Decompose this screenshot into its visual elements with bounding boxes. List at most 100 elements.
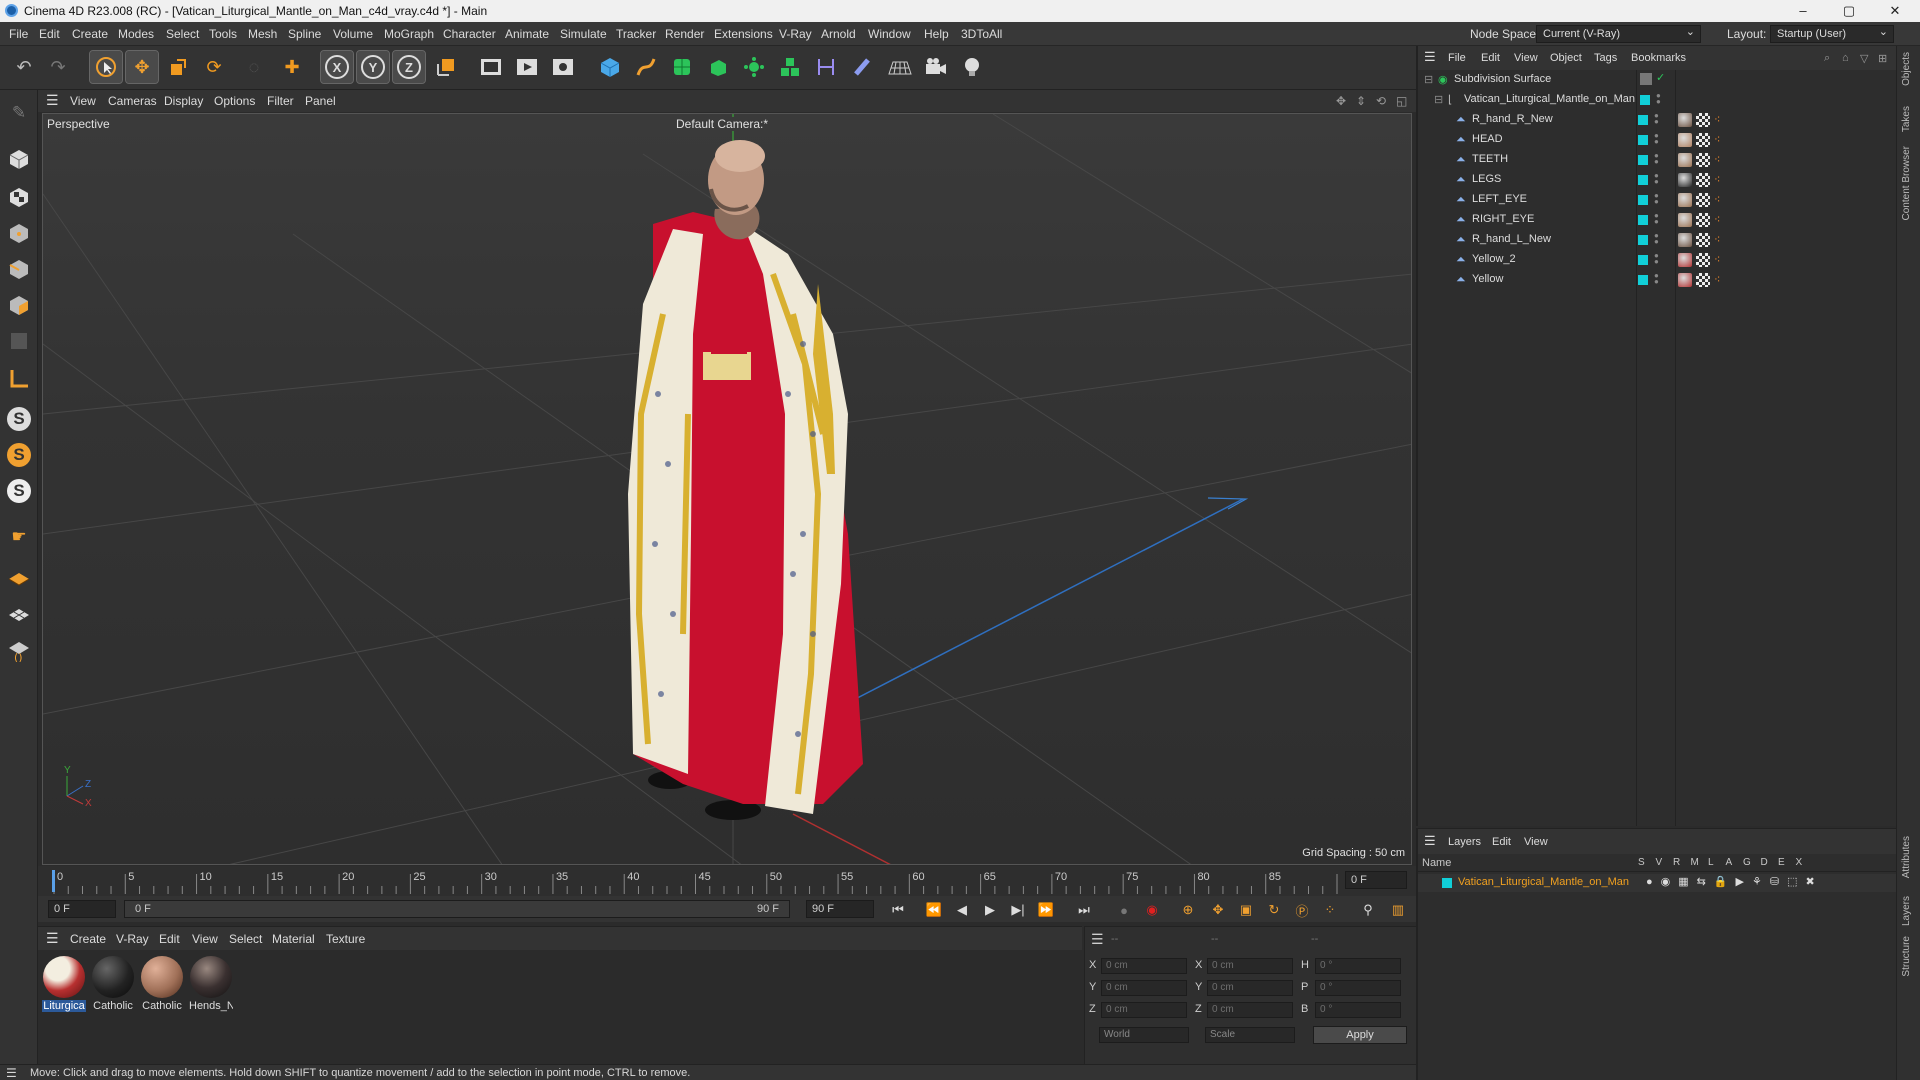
uvw-tag-icon[interactable] bbox=[1696, 273, 1710, 287]
menu-window[interactable]: Window bbox=[868, 27, 911, 41]
menu-animate[interactable]: Animate bbox=[505, 27, 549, 41]
redo-icon[interactable]: ↷ bbox=[42, 51, 74, 83]
object-menu-object[interactable]: Object bbox=[1550, 52, 1582, 64]
material-swatch[interactable]: Liturgica bbox=[42, 956, 86, 1014]
menu-character[interactable]: Character bbox=[443, 27, 496, 41]
selection-tag-icon[interactable]: ⁖ bbox=[1714, 273, 1720, 286]
rotation-p-field[interactable]: 0 ° bbox=[1315, 980, 1401, 996]
uvw-tag-icon[interactable] bbox=[1696, 133, 1710, 147]
grid-icon[interactable] bbox=[3, 564, 35, 594]
layer-color-icon[interactable] bbox=[1638, 275, 1648, 285]
object-row[interactable]: ⏶ HEAD ● ● ⁖ bbox=[1416, 130, 1896, 150]
record-active-icon[interactable]: ● bbox=[1112, 899, 1136, 921]
layer-color-icon[interactable] bbox=[1638, 215, 1648, 225]
go-to-end-icon[interactable]: ⏭ bbox=[1072, 899, 1096, 921]
next-frame-icon[interactable]: ▶| bbox=[1006, 899, 1030, 921]
tab-layers[interactable]: Layers bbox=[1901, 896, 1912, 926]
layer-flag-header[interactable]: X bbox=[1796, 857, 1803, 868]
viewport[interactable]: Y Z X Perspective Default Camera:* Grid … bbox=[42, 113, 1412, 865]
layer-flag-header[interactable]: A bbox=[1726, 857, 1733, 868]
menu-select[interactable]: Select bbox=[166, 27, 199, 41]
uvw-mode-icon[interactable] bbox=[3, 326, 35, 356]
object-row[interactable]: ⏶ R_hand_R_New ● ● ⁖ bbox=[1416, 110, 1896, 130]
material-menu-edit[interactable]: Edit bbox=[159, 932, 180, 946]
material-tag-icon[interactable] bbox=[1678, 213, 1692, 227]
object-row[interactable]: ⏶ LEFT_EYE ● ● ⁖ bbox=[1416, 190, 1896, 210]
extrude-icon[interactable] bbox=[702, 51, 734, 83]
deformer-icon[interactable] bbox=[846, 51, 878, 83]
material-tag-icon[interactable] bbox=[1678, 173, 1692, 187]
end-frame-field[interactable]: 90 F bbox=[806, 900, 874, 918]
move-icon[interactable]: ✥ bbox=[125, 50, 159, 84]
material-tag-icon[interactable] bbox=[1678, 153, 1692, 167]
layer-row[interactable]: Vatican_Liturgical_Mantle_on_Man ●◉▦⇆🔒▶⚘… bbox=[1418, 874, 1896, 892]
node-space-dropdown[interactable]: Current (V-Ray) bbox=[1536, 25, 1701, 43]
rotation-key-icon[interactable]: ↻ bbox=[1262, 899, 1286, 921]
live-selection-icon[interactable] bbox=[89, 50, 123, 84]
point-level-icon[interactable]: ⁘ bbox=[1318, 899, 1342, 921]
scale-icon[interactable] bbox=[162, 51, 194, 83]
material-tag-icon[interactable] bbox=[1678, 253, 1692, 267]
maximize-button[interactable]: ▢ bbox=[1826, 0, 1872, 22]
playhead[interactable] bbox=[52, 870, 55, 892]
visibility-dots-icon[interactable]: ● ● bbox=[1654, 132, 1659, 146]
layer-flag-header[interactable]: G bbox=[1743, 857, 1751, 868]
object-row[interactable]: ⏶ LEGS ● ● ⁖ bbox=[1416, 170, 1896, 190]
render-view-icon[interactable] bbox=[511, 51, 543, 83]
axis-icon[interactable] bbox=[3, 364, 35, 394]
undo-icon[interactable]: ↶ bbox=[8, 51, 40, 83]
menu-mograph[interactable]: MoGraph bbox=[384, 27, 434, 41]
layer-flag-header[interactable]: V bbox=[1656, 857, 1663, 868]
tab-objects[interactable]: Objects bbox=[1901, 52, 1912, 86]
menu-3dtoall[interactable]: 3DToAll bbox=[961, 27, 1002, 41]
layer-color-icon[interactable] bbox=[1638, 255, 1648, 265]
visibility-dots-icon[interactable]: ● ● bbox=[1654, 272, 1659, 286]
object-row[interactable]: ⏶ R_hand_L_New ● ● ⁖ bbox=[1416, 230, 1896, 250]
y-axis-icon[interactable]: Y bbox=[356, 50, 390, 84]
layer-color-icon[interactable] bbox=[1638, 115, 1648, 125]
rotation-h-field[interactable]: 0 ° bbox=[1315, 958, 1401, 974]
uvw-tag-icon[interactable] bbox=[1696, 193, 1710, 207]
filter-icon[interactable]: ▽ bbox=[1860, 52, 1868, 65]
menu-vray[interactable]: V-Ray bbox=[779, 27, 812, 41]
current-frame-field[interactable]: 0 F bbox=[1345, 871, 1407, 889]
menu-create[interactable]: Create bbox=[72, 27, 108, 41]
selection-tag-icon[interactable]: ⁖ bbox=[1714, 193, 1720, 206]
visibility-dots-icon[interactable]: ● ● bbox=[1654, 112, 1659, 126]
material-swatch[interactable]: Hends_N bbox=[189, 956, 233, 1014]
position-key-icon[interactable]: ✥ bbox=[1206, 899, 1230, 921]
object-menu-file[interactable]: File bbox=[1448, 52, 1466, 64]
layer-flag-header[interactable]: D bbox=[1761, 857, 1768, 868]
selection-tag-icon[interactable]: ⁖ bbox=[1714, 133, 1720, 146]
menu-tools[interactable]: Tools bbox=[209, 27, 237, 41]
coordinate-system-icon[interactable] bbox=[430, 51, 462, 83]
size-x-field[interactable]: 0 cm bbox=[1207, 958, 1293, 974]
edges-mode-icon[interactable] bbox=[3, 254, 35, 284]
layers-hamburger-icon[interactable]: ☰ bbox=[1424, 833, 1436, 849]
material-tag-icon[interactable] bbox=[1678, 273, 1692, 287]
cube-icon[interactable] bbox=[594, 51, 626, 83]
menu-arnold[interactable]: Arnold bbox=[821, 27, 856, 41]
range-slider[interactable]: 0 F 90 F bbox=[124, 900, 790, 918]
minimize-button[interactable]: – bbox=[1780, 0, 1826, 22]
uvw-tag-icon[interactable] bbox=[1696, 173, 1710, 187]
rotate-icon[interactable]: ⟳ bbox=[198, 51, 230, 83]
viewport-zoom-icon[interactable]: ⇕ bbox=[1356, 94, 1366, 108]
visibility-dots-icon[interactable]: ● ● bbox=[1654, 232, 1659, 246]
go-to-start-icon[interactable]: ⏮ bbox=[886, 899, 910, 921]
menu-render[interactable]: Render bbox=[665, 27, 704, 41]
scale-key-icon[interactable]: ▣ bbox=[1234, 899, 1258, 921]
size-y-field[interactable]: 0 cm bbox=[1207, 980, 1293, 996]
viewport-hamburger-icon[interactable]: ☰ bbox=[46, 92, 59, 109]
selection-tag-icon[interactable]: ⁖ bbox=[1714, 153, 1720, 166]
uvw-tag-icon[interactable] bbox=[1696, 153, 1710, 167]
z-axis-icon[interactable]: Z bbox=[392, 50, 426, 84]
start-frame-field[interactable]: 0 F bbox=[48, 900, 116, 918]
visibility-dots-icon[interactable]: ● ● bbox=[1654, 152, 1659, 166]
viewport-move-icon[interactable]: ✥ bbox=[1336, 94, 1346, 108]
viewport-menu-filter[interactable]: Filter bbox=[267, 94, 294, 108]
previous-key-icon[interactable]: ⏪ bbox=[922, 899, 946, 921]
visibility-dots-icon[interactable]: ● ● bbox=[1654, 192, 1659, 206]
object-hamburger-icon[interactable]: ☰ bbox=[1424, 49, 1436, 65]
previous-frame-icon[interactable]: ◀ bbox=[950, 899, 974, 921]
